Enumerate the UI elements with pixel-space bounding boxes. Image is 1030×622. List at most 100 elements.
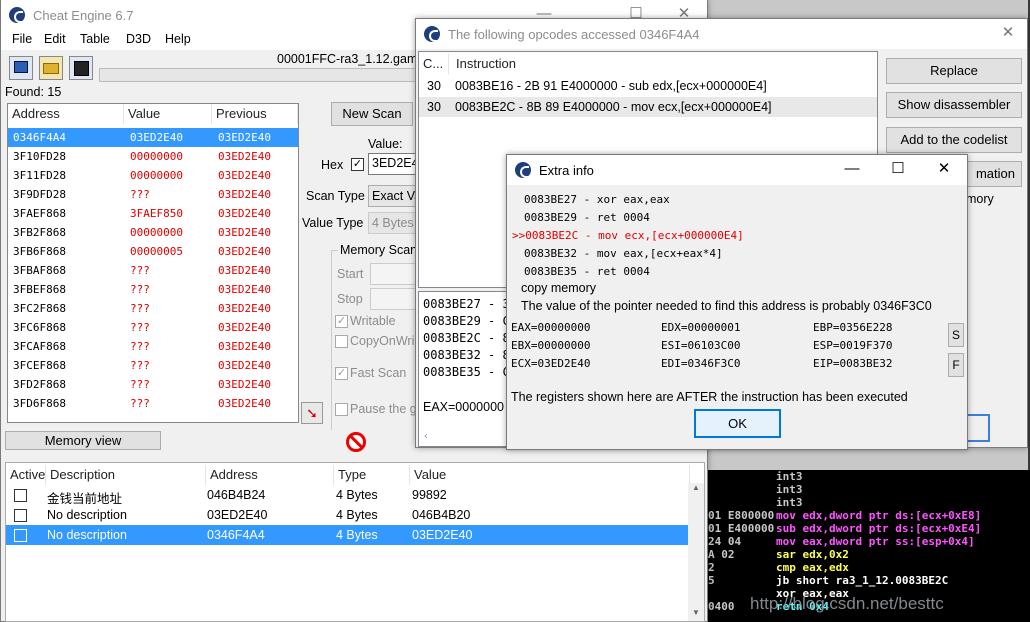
result-address: 3FD2F868 <box>13 378 66 391</box>
register-row: ECX=03ED2E40 EDI=0346F3C0 EIP=0083BE32 <box>511 357 941 375</box>
hex-checkbox[interactable]: ✓ <box>351 158 364 171</box>
result-row[interactable]: 3FAEF868 3FAEF850 03ED2E40 <box>8 204 298 223</box>
row-address: 0346F4A4 <box>207 528 265 542</box>
menu-help[interactable]: Help <box>165 32 191 46</box>
value-input[interactable]: 3ED2E4 <box>368 153 418 175</box>
col-instruction-header[interactable]: Instruction <box>452 54 752 74</box>
save-table-button[interactable] <box>69 56 93 80</box>
code-line: 0083BE32 - mov eax,[ecx+eax*4] <box>524 247 723 260</box>
result-row[interactable]: 0346F4A4 03ED2E40 03ED2E40 <box>8 128 298 147</box>
maximize-icon[interactable]: ☐ <box>875 155 921 185</box>
opcode-row[interactable]: 30 0083BE2C - 8B 89 E4000000 - mov ecx,[e… <box>419 97 877 117</box>
result-row[interactable]: 3F10FD28 00000000 03ED2E40 <box>8 147 298 166</box>
start-input[interactable] <box>370 263 418 285</box>
result-row[interactable]: 3FBAF868??? 03ED2E40 <box>8 261 298 280</box>
col-previous-header[interactable]: Previous <box>212 104 298 124</box>
active-checkbox[interactable] <box>14 489 27 502</box>
minimize-icon[interactable]: — <box>829 155 875 185</box>
cheat-table[interactable]: Active Description Address Type Value 金钱… <box>5 462 705 622</box>
add-to-codelist-button[interactable]: Add to the codelist <box>886 127 1022 153</box>
disassembly-background: 01 E800000 01 E400000 24 04 A 02 2 5 0400 int3… <box>706 470 1030 622</box>
menu-file[interactable]: File <box>12 32 32 46</box>
row-address: 046B4B24 <box>207 488 266 502</box>
menu-table[interactable]: Table <box>80 32 110 46</box>
scroll-left-icon[interactable]: ‹ <box>423 431 429 442</box>
register-value: EIP=0083BE32 <box>813 357 893 370</box>
value-type-select[interactable]: 4 Bytes <box>368 212 418 234</box>
disasm-instruction: sub edx,dword ptr ds:[ecx+0xE4] <box>776 522 982 535</box>
opcode-row[interactable]: 30 0083BE16 - 2B 91 E4000000 - sub edx,[e… <box>419 76 877 96</box>
result-address: 3F11FD28 <box>13 169 66 182</box>
row-type: 4 Bytes <box>336 508 378 522</box>
close-icon[interactable]: ✕ <box>921 155 967 185</box>
result-row[interactable]: 3FB6F868 00000005 03ED2E40 <box>8 242 298 261</box>
replace-button[interactable]: Replace <box>886 58 1022 84</box>
result-previous: 03ED2E40 <box>218 340 271 353</box>
scan-results-list[interactable]: Address Value Previous 0346F4A4 03ED2E40 0… <box>7 103 299 423</box>
add-address-button[interactable]: ➘ <box>301 402 323 424</box>
result-row[interactable]: 3F9DFD28??? 03ED2E40 <box>8 185 298 204</box>
col-active-header[interactable]: Active <box>6 465 46 485</box>
register-row: EAX=00000000 EDX=00000001 EBP=0356E228 <box>511 321 941 339</box>
menu-d3d[interactable]: D3D <box>126 32 151 46</box>
table-scrollbar[interactable]: ▲ ▼ <box>688 483 704 621</box>
show-disassembler-button[interactable]: Show disassembler <box>886 92 1022 118</box>
result-previous: 03ED2E40 <box>218 264 271 277</box>
table-row[interactable]: 金钱当前地址 046B4B24 4 Bytes 99892 <box>6 485 688 506</box>
copyonwrite-checkbox[interactable] <box>335 335 348 348</box>
result-row[interactable]: 3FC6F868??? 03ED2E40 <box>8 318 298 337</box>
col-address-header[interactable]: Address <box>206 465 334 485</box>
result-previous: 03ED2E40 <box>218 397 271 410</box>
open-table-button[interactable] <box>39 56 63 80</box>
result-row[interactable]: 3FCAF868??? 03ED2E40 <box>8 337 298 356</box>
active-checkbox[interactable] <box>14 529 27 542</box>
copy-memory-link[interactable]: copy memory <box>521 281 596 295</box>
ok-button[interactable]: OK <box>694 409 781 438</box>
result-address: 3FBAF868 <box>13 264 66 277</box>
disasm-instruction: jb short ra3_1_12.0083BE2C <box>776 574 949 587</box>
col-value-header[interactable]: Value <box>410 465 690 485</box>
disasm-instruction: mov eax,dword ptr ss:[esp+0x4] <box>776 535 975 548</box>
row-address: 03ED2E40 <box>207 508 268 522</box>
new-scan-button[interactable]: New Scan <box>331 102 413 126</box>
fast-scan-checkbox[interactable]: ✓ <box>335 367 348 380</box>
pause-checkbox[interactable] <box>335 403 348 416</box>
stop-input[interactable] <box>370 288 418 310</box>
table-row[interactable]: No description 03ED2E40 4 Bytes 046B4B20 <box>6 505 688 525</box>
result-row[interactable]: 3FD2F868??? 03ED2E40 <box>8 375 298 394</box>
memory-view-button[interactable]: Memory view <box>5 431 161 450</box>
col-count-header[interactable]: C... <box>419 54 449 74</box>
result-row[interactable]: 3FC2F868??? 03ED2E40 <box>8 299 298 318</box>
pointer-message: The value of the pointer needed to find … <box>521 299 932 313</box>
fpu-button[interactable]: F <box>948 353 964 377</box>
scroll-up-icon[interactable]: ▲ <box>688 483 704 492</box>
scan-type-select[interactable]: Exact Va <box>368 185 418 207</box>
clear-list-icon[interactable] <box>346 432 366 452</box>
result-row[interactable]: 3FBEF868??? 03ED2E40 <box>8 280 298 299</box>
close-icon[interactable]: ✕ <box>988 19 1028 49</box>
ok-button-behind[interactable] <box>968 414 990 442</box>
register-value: EDI=0346F3C0 <box>661 357 741 370</box>
result-row[interactable]: 3FB2F868 00000000 03ED2E40 <box>8 223 298 242</box>
open-process-button[interactable] <box>9 56 33 80</box>
col-type-header[interactable]: Type <box>334 465 410 485</box>
scan-type-label: Scan Type <box>306 189 365 203</box>
scroll-down-icon[interactable]: ▼ <box>692 608 700 617</box>
active-checkbox[interactable] <box>14 509 27 522</box>
result-row[interactable]: 3FD6F868??? 03ED2E40 <box>8 394 298 413</box>
result-row[interactable]: 3FCEF868??? 03ED2E40 <box>8 356 298 375</box>
disasm-bytes: 5 <box>708 574 715 587</box>
result-row[interactable]: 3F11FD28 00000000 03ED2E40 <box>8 166 298 185</box>
register-value: EDX=00000001 <box>661 321 741 334</box>
col-address-header[interactable]: Address <box>8 104 124 124</box>
stack-button[interactable]: S <box>948 323 964 347</box>
result-previous: 03ED2E40 <box>218 321 271 334</box>
result-address: 3FCEF868 <box>13 359 66 372</box>
col-value-header[interactable]: Value <box>124 104 212 124</box>
table-row[interactable]: No description 0346F4A4 4 Bytes 03ED2E40 <box>6 525 688 545</box>
result-address: 3FD6F868 <box>13 397 66 410</box>
col-description-header[interactable]: Description <box>46 465 206 485</box>
menu-edit[interactable]: Edit <box>44 32 66 46</box>
value-type-label: Value Type <box>302 216 364 230</box>
writable-checkbox[interactable]: ✓ <box>335 315 348 328</box>
